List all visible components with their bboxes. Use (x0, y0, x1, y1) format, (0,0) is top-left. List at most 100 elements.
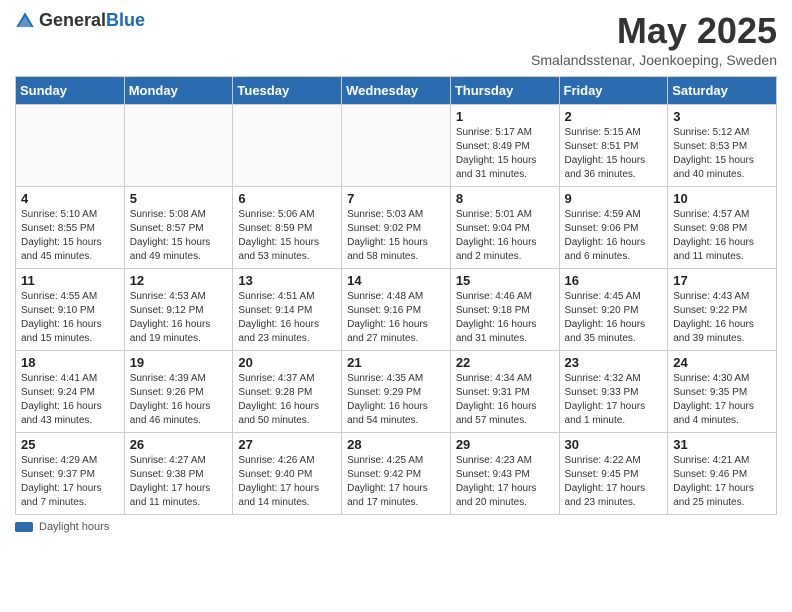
calendar-cell: 30Sunrise: 4:22 AM Sunset: 9:45 PM Dayli… (559, 433, 668, 515)
calendar-week-4: 25 Sunrise: 4:29 AM Sunset: 9:37 PM Dayli… (16, 433, 777, 515)
day-info: Sunrise: 4:39 AM Sunset: 9:26 PM Dayligh… (130, 372, 228, 428)
logo: GeneralBlue (15, 10, 145, 31)
day-number: 20 (238, 355, 336, 370)
calendar-cell: 13Sunrise: 4:51 AM Sunset: 9:14 PM Dayli… (233, 269, 342, 351)
day-number: 31 (673, 437, 771, 452)
day-number: 11 (21, 273, 119, 288)
calendar-cell (124, 105, 233, 187)
day-info: Sunrise: 4:45 AM Sunset: 9:20 PM Dayligh… (565, 290, 663, 346)
day-number: 23 (565, 355, 663, 370)
day-number: 28 (347, 437, 445, 452)
day-info: Sunrise: 4:57 AM Sunset: 9:08 PM Dayligh… (673, 208, 771, 264)
calendar-cell: 21 Sunrise: 4:35 AM Sunset: 9:29 PM Dayli… (342, 351, 451, 433)
day-info: Sunrise: 4:55 AM Sunset: 9:10 PM Dayligh… (21, 290, 119, 346)
calendar-cell: 27 Sunrise: 4:26 AM Sunset: 9:40 PM Dayli… (233, 433, 342, 515)
day-header-monday: Monday (124, 77, 233, 105)
day-info: Sunrise: 5:08 AM Sunset: 8:57 PM Dayligh… (130, 208, 228, 264)
calendar-cell: 23Sunrise: 4:32 AM Sunset: 9:33 PM Dayli… (559, 351, 668, 433)
calendar-cell (233, 105, 342, 187)
day-number: 21 (347, 355, 445, 370)
calendar-cell: 28Sunrise: 4:25 AM Sunset: 9:42 PM Dayli… (342, 433, 451, 515)
day-info: Sunrise: 4:43 AM Sunset: 9:22 PM Dayligh… (673, 290, 771, 346)
day-number: 27 (238, 437, 336, 452)
calendar-cell: 19 Sunrise: 4:39 AM Sunset: 9:26 PM Dayli… (124, 351, 233, 433)
day-number: 8 (456, 191, 554, 206)
calendar-cell: 26 Sunrise: 4:27 AM Sunset: 9:38 PM Dayli… (124, 433, 233, 515)
calendar-cell: 14Sunrise: 4:48 AM Sunset: 9:16 PM Dayli… (342, 269, 451, 351)
calendar-cell: 18 Sunrise: 4:41 AM Sunset: 9:24 PM Dayli… (16, 351, 125, 433)
day-header-saturday: Saturday (668, 77, 777, 105)
day-info: Sunrise: 5:01 AM Sunset: 9:04 PM Dayligh… (456, 208, 554, 264)
calendar-week-3: 18 Sunrise: 4:41 AM Sunset: 9:24 PM Dayli… (16, 351, 777, 433)
calendar-cell: 2 Sunrise: 5:15 AM Sunset: 8:51 PM Daylig… (559, 105, 668, 187)
main-title: May 2025 (531, 10, 777, 52)
day-info: Sunrise: 4:59 AM Sunset: 9:06 PM Dayligh… (565, 208, 663, 264)
calendar-cell: 3 Sunrise: 5:12 AM Sunset: 8:53 PM Daylig… (668, 105, 777, 187)
legend: Daylight hours (15, 521, 777, 533)
calendar-cell: 7 Sunrise: 5:03 AM Sunset: 9:02 PM Daylig… (342, 187, 451, 269)
day-number: 2 (565, 109, 663, 124)
day-number: 16 (565, 273, 663, 288)
day-number: 6 (238, 191, 336, 206)
calendar-cell: 10 Sunrise: 4:57 AM Sunset: 9:08 PM Dayli… (668, 187, 777, 269)
calendar-week-1: 4Sunrise: 5:10 AM Sunset: 8:55 PM Daylig… (16, 187, 777, 269)
logo-general: General (39, 10, 106, 30)
day-number: 19 (130, 355, 228, 370)
day-info: Sunrise: 4:48 AM Sunset: 9:16 PM Dayligh… (347, 290, 445, 346)
day-info: Sunrise: 5:03 AM Sunset: 9:02 PM Dayligh… (347, 208, 445, 264)
day-info: Sunrise: 5:17 AM Sunset: 8:49 PM Dayligh… (456, 126, 554, 182)
day-number: 24 (673, 355, 771, 370)
day-info: Sunrise: 4:27 AM Sunset: 9:38 PM Dayligh… (130, 454, 228, 510)
calendar-cell: 11 Sunrise: 4:55 AM Sunset: 9:10 PM Dayli… (16, 269, 125, 351)
calendar-cell: 17 Sunrise: 4:43 AM Sunset: 9:22 PM Dayli… (668, 269, 777, 351)
day-header-friday: Friday (559, 77, 668, 105)
calendar-cell: 16 Sunrise: 4:45 AM Sunset: 9:20 PM Dayli… (559, 269, 668, 351)
day-number: 15 (456, 273, 554, 288)
calendar-cell: 8 Sunrise: 5:01 AM Sunset: 9:04 PM Daylig… (450, 187, 559, 269)
calendar-cell: 31 Sunrise: 4:21 AM Sunset: 9:46 PM Dayli… (668, 433, 777, 515)
day-info: Sunrise: 4:51 AM Sunset: 9:14 PM Dayligh… (238, 290, 336, 346)
day-number: 18 (21, 355, 119, 370)
day-info: Sunrise: 4:37 AM Sunset: 9:28 PM Dayligh… (238, 372, 336, 428)
header: GeneralBlue May 2025 Smalandsstenar, Joe… (15, 10, 777, 68)
calendar-cell: 15Sunrise: 4:46 AM Sunset: 9:18 PM Dayli… (450, 269, 559, 351)
day-info: Sunrise: 5:12 AM Sunset: 8:53 PM Dayligh… (673, 126, 771, 182)
day-number: 25 (21, 437, 119, 452)
day-header-sunday: Sunday (16, 77, 125, 105)
calendar-cell: 22Sunrise: 4:34 AM Sunset: 9:31 PM Dayli… (450, 351, 559, 433)
day-number: 3 (673, 109, 771, 124)
day-number: 10 (673, 191, 771, 206)
day-info: Sunrise: 4:35 AM Sunset: 9:29 PM Dayligh… (347, 372, 445, 428)
day-number: 29 (456, 437, 554, 452)
day-number: 26 (130, 437, 228, 452)
calendar-cell (342, 105, 451, 187)
calendar-cell: 4Sunrise: 5:10 AM Sunset: 8:55 PM Daylig… (16, 187, 125, 269)
day-number: 17 (673, 273, 771, 288)
calendar-cell: 12 Sunrise: 4:53 AM Sunset: 9:12 PM Dayli… (124, 269, 233, 351)
day-info: Sunrise: 4:30 AM Sunset: 9:35 PM Dayligh… (673, 372, 771, 428)
day-info: Sunrise: 4:53 AM Sunset: 9:12 PM Dayligh… (130, 290, 228, 346)
day-info: Sunrise: 5:10 AM Sunset: 8:55 PM Dayligh… (21, 208, 119, 264)
calendar-week-0: 1Sunrise: 5:17 AM Sunset: 8:49 PM Daylig… (16, 105, 777, 187)
subtitle: Smalandsstenar, Joenkoeping, Sweden (531, 52, 777, 68)
day-number: 7 (347, 191, 445, 206)
day-header-thursday: Thursday (450, 77, 559, 105)
logo-blue: Blue (106, 10, 145, 30)
calendar-cell: 29Sunrise: 4:23 AM Sunset: 9:43 PM Dayli… (450, 433, 559, 515)
calendar-cell: 20 Sunrise: 4:37 AM Sunset: 9:28 PM Dayli… (233, 351, 342, 433)
day-number: 9 (565, 191, 663, 206)
calendar-cell (16, 105, 125, 187)
day-info: Sunrise: 4:26 AM Sunset: 9:40 PM Dayligh… (238, 454, 336, 510)
calendar: SundayMondayTuesdayWednesdayThursdayFrid… (15, 76, 777, 515)
day-info: Sunrise: 4:22 AM Sunset: 9:45 PM Dayligh… (565, 454, 663, 510)
day-header-wednesday: Wednesday (342, 77, 451, 105)
day-info: Sunrise: 4:41 AM Sunset: 9:24 PM Dayligh… (21, 372, 119, 428)
day-info: Sunrise: 4:29 AM Sunset: 9:37 PM Dayligh… (21, 454, 119, 510)
day-info: Sunrise: 4:21 AM Sunset: 9:46 PM Dayligh… (673, 454, 771, 510)
day-info: Sunrise: 5:15 AM Sunset: 8:51 PM Dayligh… (565, 126, 663, 182)
legend-label: Daylight hours (39, 521, 109, 533)
day-number: 22 (456, 355, 554, 370)
calendar-cell: 24 Sunrise: 4:30 AM Sunset: 9:35 PM Dayli… (668, 351, 777, 433)
day-number: 12 (130, 273, 228, 288)
day-header-tuesday: Tuesday (233, 77, 342, 105)
